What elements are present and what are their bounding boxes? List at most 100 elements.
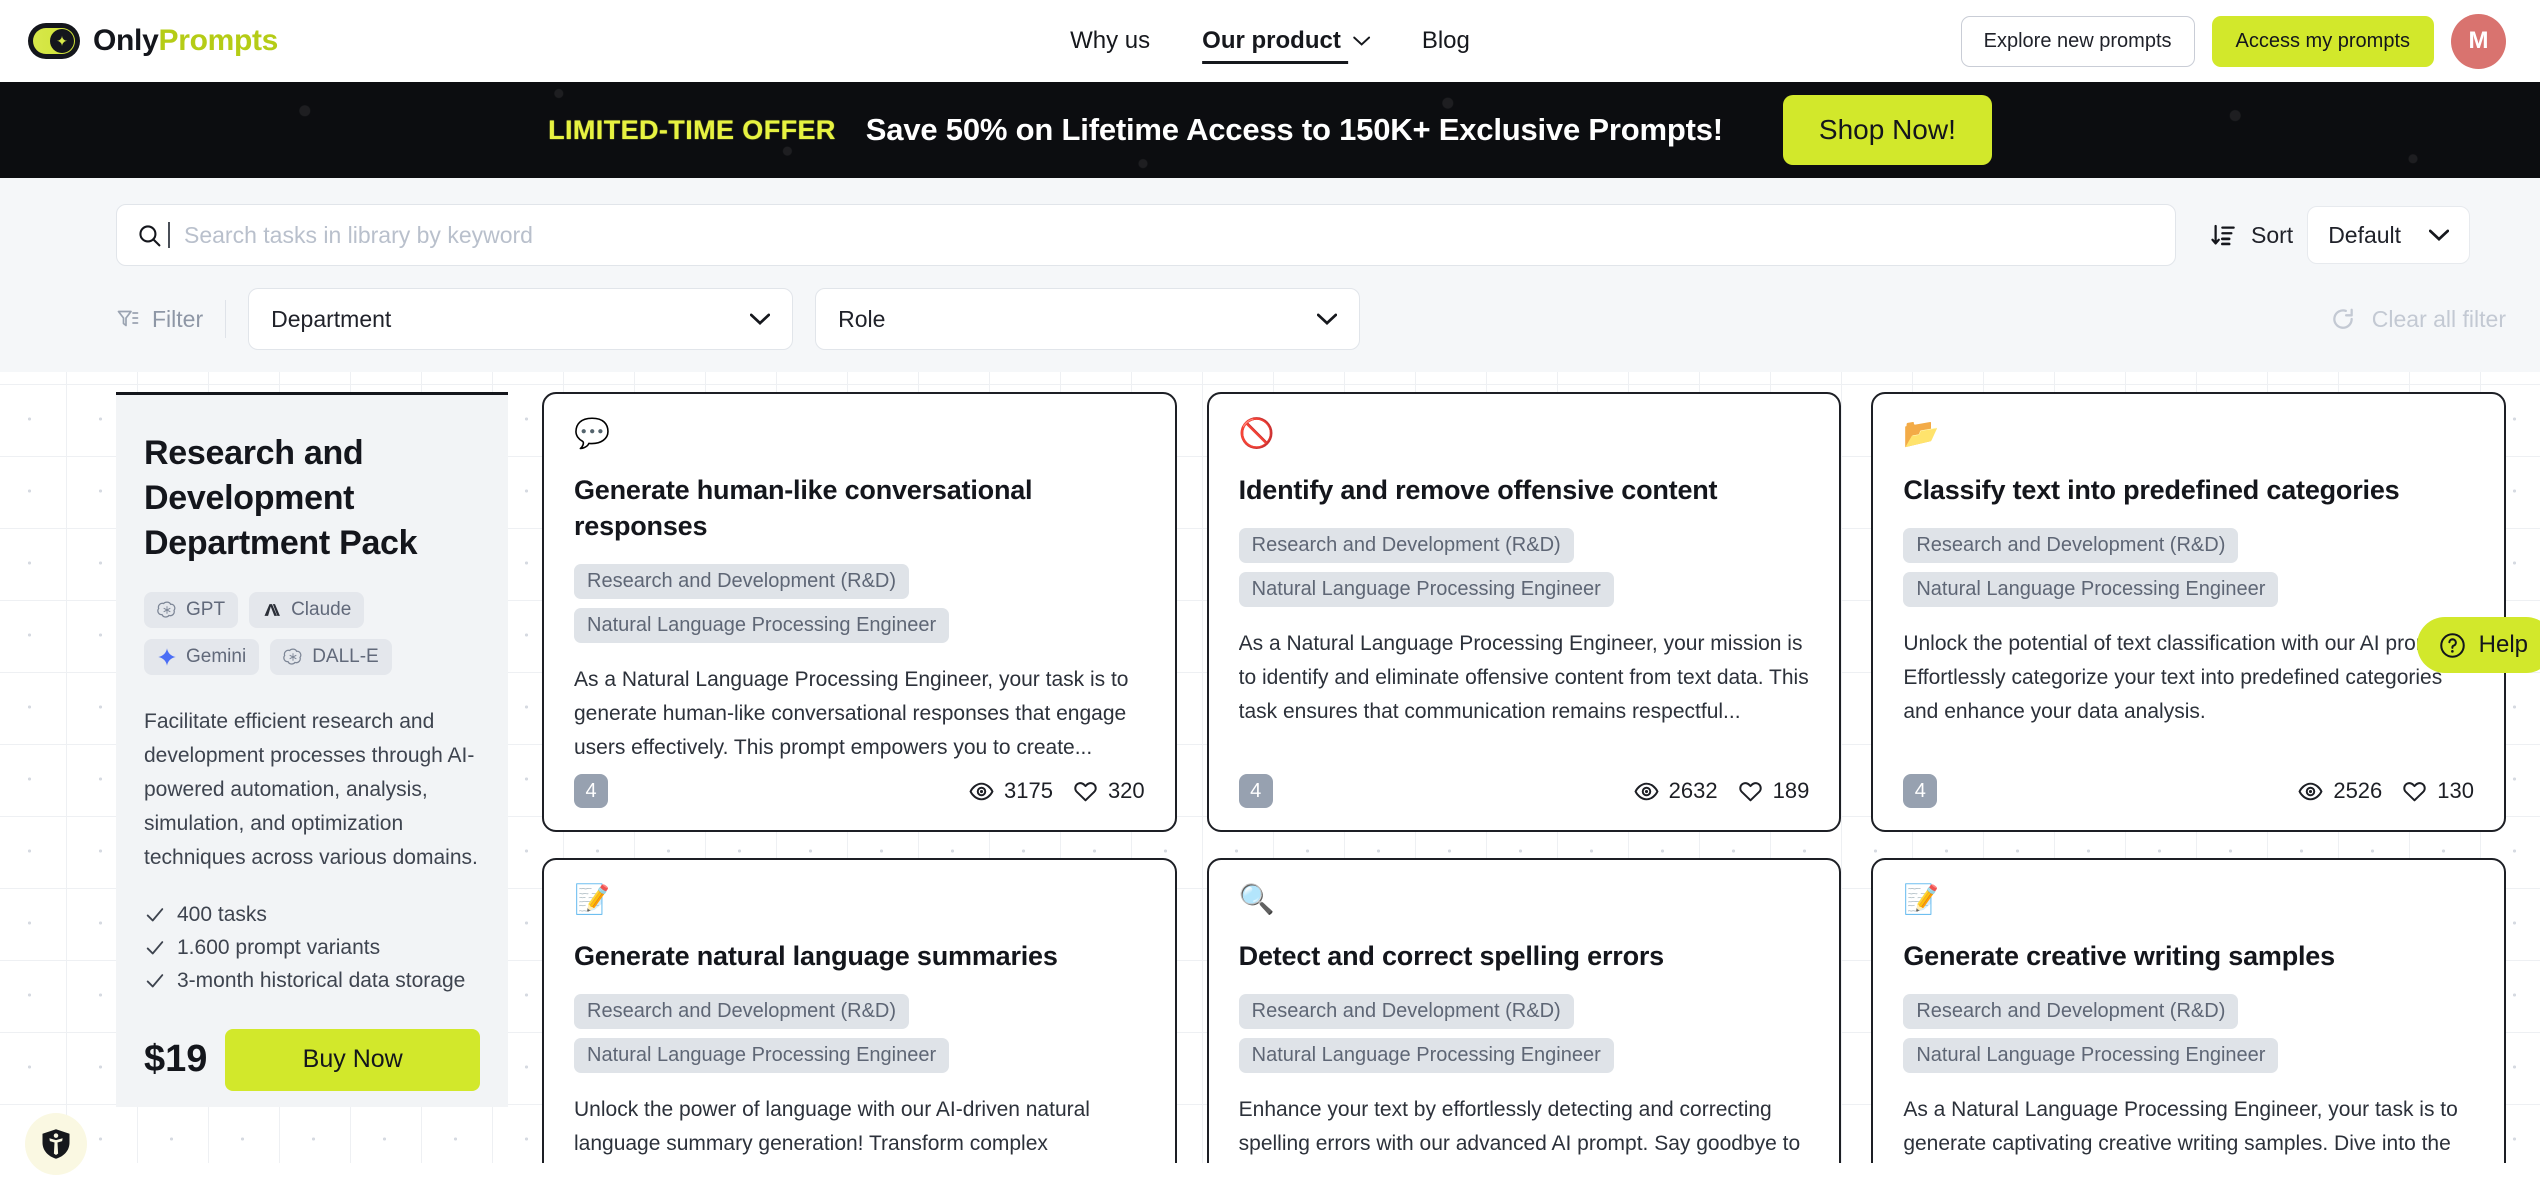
- brand-logo[interactable]: ✦ OnlyPrompts: [28, 23, 278, 59]
- access-my-prompts-button[interactable]: Access my prompts: [2211, 15, 2434, 67]
- task-card[interactable]: 🔍 Detect and correct spelling errors Res…: [1206, 858, 1842, 1163]
- task-card-description: Unlock the potential of text classificat…: [1903, 632, 2457, 724]
- eye-icon: [969, 782, 994, 800]
- task-card-tags: Research and Development (R&D) Natural L…: [574, 994, 1145, 1074]
- search-input[interactable]: [184, 205, 2155, 265]
- variant-count-badge: 4: [574, 774, 608, 808]
- chevron-down-icon: [1317, 313, 1338, 325]
- task-card[interactable]: 🚫 Identify and remove offensive content …: [1206, 392, 1842, 832]
- task-card[interactable]: 💬 Generate human-like conversational res…: [542, 392, 1177, 832]
- like-count: 189: [1738, 778, 1809, 804]
- filter-label-group: Filter: [116, 300, 227, 338]
- openai-icon: [283, 648, 302, 665]
- pack-feature-label: 3-month historical data storage: [177, 968, 466, 992]
- sort-desc-icon: [2211, 224, 2235, 245]
- model-label: Claude: [291, 598, 352, 620]
- task-card-title: Generate creative writing samples: [1903, 941, 2335, 971]
- clear-all-filter-label: Clear all filter: [2371, 305, 2506, 332]
- role-value: Role: [838, 305, 886, 332]
- task-card-stats: 2632 189: [1634, 778, 1809, 804]
- department-value: Department: [271, 305, 392, 332]
- task-card-grid: 💬 Generate human-like conversational res…: [542, 392, 2506, 1163]
- tag-role: Natural Language Processing Engineer: [1238, 572, 1614, 608]
- help-button[interactable]: Help: [2416, 617, 2540, 673]
- pack-price: $19: [144, 1038, 208, 1081]
- task-card-description: As a Natural Language Processing Enginee…: [1903, 1098, 2458, 1156]
- tag-role: Natural Language Processing Engineer: [574, 1038, 950, 1074]
- task-card[interactable]: 📂 Classify text into predefined categori…: [1871, 392, 2506, 832]
- tag-role: Natural Language Processing Engineer: [1903, 572, 2279, 608]
- pack-model-badges: GPT Claude Gemini DALL-E: [144, 591, 480, 675]
- tag-department: Research and Development (R&D): [1903, 994, 2239, 1030]
- model-badge-claude: Claude: [249, 591, 365, 628]
- tag-role: Natural Language Processing Engineer: [1903, 1038, 2279, 1074]
- task-card-tags: Research and Development (R&D) Natural L…: [1238, 528, 1810, 608]
- tag-department: Research and Development (R&D): [574, 994, 910, 1030]
- question-circle-icon: [2439, 632, 2465, 658]
- task-card-description: As a Natural Language Processing Enginee…: [1238, 632, 1809, 724]
- check-icon: [146, 940, 164, 955]
- explore-new-prompts-button[interactable]: Explore new prompts: [1960, 15, 2195, 67]
- model-badge-gemini: Gemini: [144, 638, 260, 675]
- heart-icon: [1738, 781, 1762, 801]
- check-icon: [146, 907, 164, 922]
- brand-name-part2: Prompts: [158, 24, 279, 57]
- search-row: Sort Default: [116, 204, 2506, 266]
- like-count-value: 130: [2437, 778, 2474, 803]
- help-label: Help: [2478, 631, 2528, 658]
- toggle-sparkle-icon: ✦: [28, 23, 80, 59]
- nav-item-our-product[interactable]: Our product: [1202, 0, 1370, 82]
- role-select[interactable]: Role: [815, 288, 1361, 350]
- sort-select[interactable]: Default: [2307, 206, 2471, 264]
- task-card[interactable]: 📝 Generate creative writing samples Rese…: [1871, 858, 2506, 1163]
- nav-label: Our product: [1202, 27, 1341, 54]
- memo-icon: 📝: [1903, 884, 1940, 916]
- task-card-title: Identify and remove offensive content: [1238, 475, 1718, 505]
- sort-value: Default: [2328, 221, 2402, 248]
- tag-role: Natural Language Processing Engineer: [574, 608, 950, 644]
- pack-feature: 400 tasks: [144, 903, 480, 927]
- view-count: 2632: [1634, 778, 1718, 804]
- search-icon: [139, 224, 161, 246]
- brand-name-part1: Only: [93, 24, 159, 57]
- nav-label: Why us: [1070, 27, 1151, 54]
- buy-now-button[interactable]: Buy Now: [225, 1028, 480, 1091]
- model-label: DALL-E: [312, 645, 379, 667]
- view-count-value: 2526: [2333, 778, 2383, 803]
- brand-name: OnlyPrompts: [93, 24, 278, 58]
- speech-balloon-icon: 💬: [574, 418, 611, 450]
- task-card-title: Generate human-like conversational respo…: [574, 475, 1033, 542]
- task-card-stats: 3175 320: [969, 778, 1145, 804]
- main-nav: Why us Our product Blog: [1070, 0, 1470, 82]
- variant-count-badge: 4: [1903, 774, 1938, 808]
- tag-role: Natural Language Processing Engineer: [1238, 1038, 1614, 1074]
- department-select[interactable]: Department: [248, 288, 794, 350]
- pack-feature: 3-month historical data storage: [144, 969, 480, 993]
- view-count: 2526: [2298, 778, 2382, 804]
- search-bar[interactable]: [116, 204, 2176, 266]
- nav-item-why-us[interactable]: Why us: [1070, 0, 1150, 82]
- promo-banner: LIMITED-TIME OFFER Save 50% on Lifetime …: [0, 82, 2540, 178]
- pack-feature-label: 1.600 prompt variants: [177, 935, 381, 959]
- user-avatar[interactable]: M: [2451, 13, 2506, 69]
- tag-department: Research and Development (R&D): [1238, 994, 1574, 1030]
- pack-title: Research and Development Department Pack: [144, 434, 418, 562]
- nav-label: Blog: [1421, 27, 1470, 54]
- pack-purchase-row: $19 Buy Now: [144, 1028, 480, 1091]
- like-count-value: 320: [1107, 778, 1145, 803]
- task-card-tags: Research and Development (R&D) Natural L…: [1903, 528, 2474, 608]
- task-card-tags: Research and Development (R&D) Natural L…: [1238, 994, 1810, 1074]
- text-caret: [168, 222, 170, 248]
- accessibility-button[interactable]: [25, 1113, 87, 1175]
- filter-row: Filter Department Role Clear all filter: [116, 288, 2506, 350]
- tag-department: Research and Development (R&D): [1903, 528, 2239, 564]
- department-pack-card: Research and Development Department Pack…: [116, 392, 508, 1107]
- nav-item-blog[interactable]: Blog: [1422, 0, 1470, 82]
- shop-now-button[interactable]: Shop Now!: [1782, 95, 1992, 165]
- task-card-title: Classify text into predefined categories: [1903, 475, 2400, 505]
- task-card[interactable]: 📝 Generate natural language summaries Re…: [542, 858, 1177, 1163]
- memo-icon: 📝: [574, 884, 611, 916]
- clear-all-filter-button[interactable]: Clear all filter: [2330, 306, 2506, 333]
- chevron-down-icon: [750, 313, 771, 325]
- refresh-icon: [2332, 308, 2353, 329]
